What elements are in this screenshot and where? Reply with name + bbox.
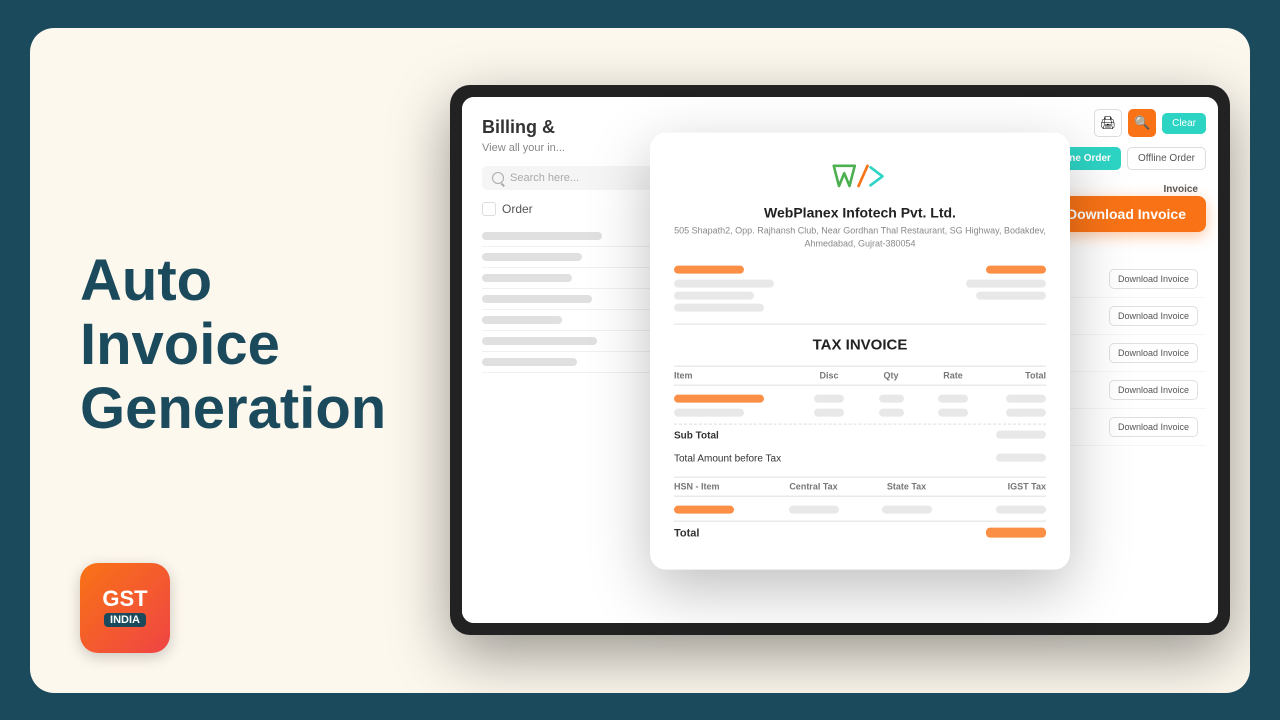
clear-button[interactable]: Clear xyxy=(1162,113,1206,134)
invoice-item-row xyxy=(674,406,1046,420)
gst-text: GST xyxy=(102,588,147,610)
divider xyxy=(674,324,1046,325)
order-filter-label: Order xyxy=(502,202,533,216)
total-row: Total xyxy=(674,521,1046,546)
company-address: 505 Shapath2, Opp. Rajhansh Club, Near G… xyxy=(674,225,1046,250)
tax-item-row xyxy=(674,503,1046,517)
gst-badge: GST INDIA xyxy=(80,563,170,653)
cell xyxy=(482,232,602,240)
central-tax-col: Central Tax xyxy=(767,482,860,492)
cell xyxy=(482,253,582,261)
india-text: INDIA xyxy=(104,613,146,627)
col-total: Total xyxy=(984,371,1046,381)
offline-order-button[interactable]: Offline Order xyxy=(1127,147,1206,170)
search-icon xyxy=(492,172,504,184)
main-container: Auto Invoice Generation GST INDIA Billin… xyxy=(30,28,1250,693)
download-invoice-button[interactable]: Download Invoice xyxy=(1109,380,1198,400)
total-before-tax-row: Total Amount before Tax xyxy=(674,452,1046,471)
cell xyxy=(482,337,597,345)
cell xyxy=(482,316,562,324)
download-invoice-button[interactable]: Download Invoice xyxy=(1109,343,1198,363)
col-item: Item xyxy=(674,371,798,381)
invoice-item-row xyxy=(674,392,1046,406)
invoice-table-header: Item Disc Qty Rate Total xyxy=(674,366,1046,386)
billing-info xyxy=(674,266,1046,312)
igst-tax-col: IGST Tax xyxy=(953,482,1046,492)
order-checkbox[interactable] xyxy=(482,202,496,216)
search-placeholder: Search here... xyxy=(510,172,579,184)
total-before-tax-label: Total Amount before Tax xyxy=(674,454,781,465)
tax-invoice-title: TAX INVOICE xyxy=(674,337,1046,354)
col-disc: Disc xyxy=(798,371,860,381)
invoice-header: WebPlanex Infotech Pvt. Ltd. 505 Shapath… xyxy=(674,157,1046,250)
company-logo-svg xyxy=(830,157,890,197)
total-label: Total xyxy=(674,528,699,540)
search-button[interactable]: 🔍 xyxy=(1128,109,1156,137)
col-rate: Rate xyxy=(922,371,984,381)
tax-section-header: HSN - Item Central Tax State Tax IGST Ta… xyxy=(674,477,1046,497)
download-invoice-highlighted-button[interactable]: Download Invoice xyxy=(1047,196,1206,232)
download-invoice-button[interactable]: Download Invoice xyxy=(1109,306,1198,326)
state-tax-col: State Tax xyxy=(860,482,953,492)
cell xyxy=(482,274,572,282)
left-section: Auto Invoice Generation xyxy=(30,189,450,530)
tablet-container: Billing & View all your in... Search her… xyxy=(450,65,1250,655)
col-qty: Qty xyxy=(860,371,922,381)
cell xyxy=(482,358,577,366)
cell xyxy=(482,295,592,303)
company-logo xyxy=(674,157,1046,197)
invoice-modal: WebPlanex Infotech Pvt. Ltd. 505 Shapath… xyxy=(650,133,1070,570)
hsn-item-col: HSN - Item xyxy=(674,482,767,492)
sub-total-label: Sub Total xyxy=(674,431,719,442)
invoice-col-header: Invoice xyxy=(1164,184,1198,195)
download-invoice-button[interactable]: Download Invoice xyxy=(1109,269,1198,289)
company-name: WebPlanex Infotech Pvt. Ltd. xyxy=(674,205,1046,221)
sub-total-row: Sub Total xyxy=(674,424,1046,448)
print-icon[interactable]: 🖨 xyxy=(1094,109,1122,137)
download-invoice-button[interactable]: Download Invoice xyxy=(1109,417,1198,437)
main-title: Auto Invoice Generation xyxy=(80,249,400,440)
